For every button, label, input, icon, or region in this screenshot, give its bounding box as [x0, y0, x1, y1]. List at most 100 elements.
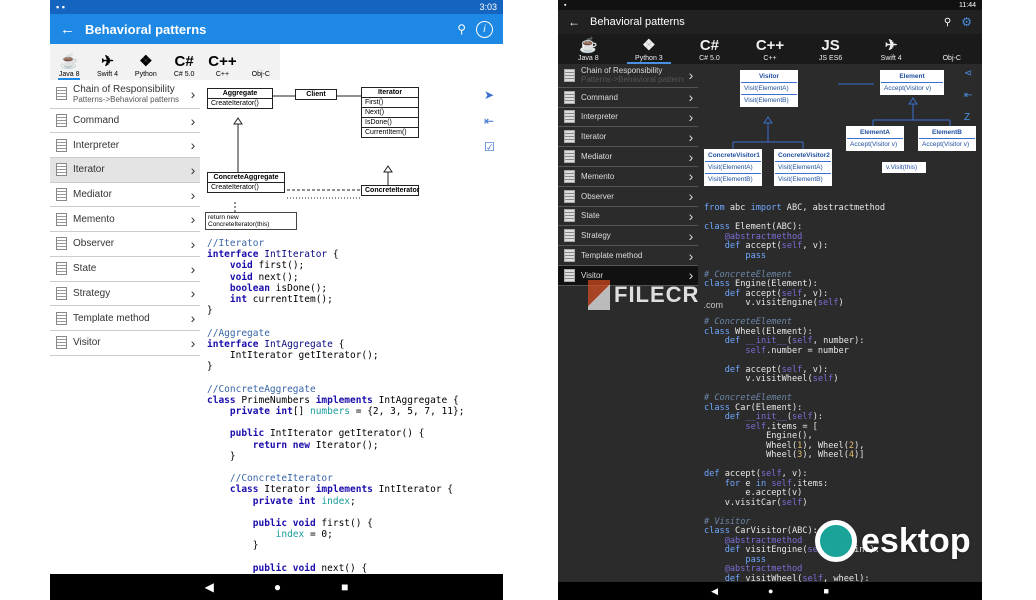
menu-item-visitor[interactable]: Visitor › [50, 331, 200, 356]
back-nav-icon[interactable]: ◀ [711, 586, 718, 597]
lang-label: JS ES6 [818, 55, 843, 62]
menu-item-label: Strategy [73, 288, 186, 299]
home-nav-icon[interactable]: ● [274, 580, 281, 594]
menu-item-label: Memento [73, 214, 186, 225]
menu-item-text: Visitor [581, 270, 604, 280]
chevron-right-icon: › [190, 137, 196, 154]
menu-item-memento[interactable]: Memento › [50, 207, 200, 233]
menu-item-label: Command [581, 93, 684, 102]
menu-item-observer[interactable]: Observer › [558, 187, 698, 207]
lang-tab-python[interactable]: ❖ Python 3 [619, 34, 680, 64]
recents-nav-icon[interactable]: ■ [341, 580, 348, 594]
menu-item-strategy[interactable]: Strategy › [50, 282, 200, 307]
chevron-right-icon: › [688, 89, 694, 106]
lang-tab-objc[interactable]: Obj-C [242, 44, 280, 80]
java-icon: ☕ [578, 37, 598, 54]
document-icon [564, 110, 575, 124]
lang-tab-csharp[interactable]: C# C# 5.0 [679, 34, 740, 64]
menu-item-label: Visitor [581, 271, 684, 280]
csharp-icon: C# [699, 37, 720, 54]
uml-connectors [233, 95, 393, 212]
zoom-icon[interactable]: Z [964, 112, 970, 123]
menu-item-text: Memento [73, 213, 115, 225]
back-nav-icon[interactable]: ◀ [205, 580, 214, 594]
menu-item-label: Command [73, 115, 186, 126]
lang-tab-cpp[interactable]: C++ C++ [740, 34, 801, 64]
menu-item-text: Memento [581, 171, 615, 181]
menu-item-interpreter[interactable]: Interpreter › [558, 108, 698, 128]
lang-tab-swift[interactable]: ✈ Swift 4 [861, 34, 922, 64]
menu-item-text: Interpreter [73, 139, 120, 151]
share-icon[interactable]: ⋖ [964, 68, 972, 79]
lang-label: Python 3 [635, 55, 663, 62]
document-icon [56, 163, 67, 177]
collapse-icon[interactable]: ⇤ [964, 90, 972, 101]
menu-item-state[interactable]: State › [558, 207, 698, 227]
menu-item-mediator[interactable]: Mediator › [558, 147, 698, 167]
menu-item-template-method[interactable]: Template method › [50, 306, 200, 331]
menu-item-label: Memento [581, 172, 684, 181]
settings-gear-icon[interactable]: ⚙ [961, 15, 972, 29]
menu-item-text: Command [73, 115, 120, 127]
menu-item-command[interactable]: Command › [558, 88, 698, 108]
lang-tab-cpp[interactable]: C++ C++ [203, 44, 241, 80]
menu-item-template-method[interactable]: Template method › [558, 246, 698, 266]
uml-op: Visit(ElementB) [744, 97, 789, 104]
search-icon[interactable]: ⚲ [944, 17, 951, 28]
menu-item-text: Interpreter [581, 112, 618, 122]
checkbox-icon[interactable]: ☑ [484, 140, 495, 154]
back-arrow-icon[interactable]: ← [60, 21, 75, 38]
js-icon: JS [821, 37, 840, 54]
lang-tab-js[interactable]: JS JS ES6 [800, 34, 861, 64]
status-icons: ▪ ▪ [56, 2, 65, 12]
menu-item-chain-of-responsibility[interactable]: Chain of Responsibility Patterns->Behavio… [50, 80, 200, 109]
lang-tab-objc[interactable]: Obj-C [921, 34, 982, 64]
document-icon [56, 237, 67, 251]
chevron-right-icon: › [190, 310, 196, 327]
menu-item-command[interactable]: Command › [50, 109, 200, 134]
menu-item-chain-of-responsibility[interactable]: Chain of Responsibility Patterns->Behavio… [558, 64, 698, 88]
menu-item-iterator[interactable]: Iterator › [558, 127, 698, 148]
menu-item-strategy[interactable]: Strategy › [558, 226, 698, 247]
chevron-right-icon: › [688, 207, 694, 224]
menu-item-text: Mediator [581, 152, 613, 162]
lang-tab-java[interactable]: ☕ Java 8 [558, 34, 619, 64]
desktop-text: esktop [861, 521, 971, 560]
lang-tab-csharp[interactable]: C# C# 5.0 [165, 44, 203, 80]
collapse-icon[interactable]: ⇤ [484, 114, 494, 128]
menu-item-text: State [581, 211, 600, 221]
swift-icon: ✈ [101, 53, 114, 70]
lang-tab-java[interactable]: ☕ Java 8 [50, 44, 88, 80]
lang-label: Obj-C [942, 55, 961, 62]
menu-item-interpreter[interactable]: Interpreter › [50, 133, 200, 159]
document-icon [564, 229, 575, 243]
uml-op: Accept(Visitor v) [884, 85, 932, 92]
home-nav-icon[interactable]: ● [768, 586, 773, 596]
back-arrow-icon[interactable]: ← [568, 15, 580, 29]
send-icon[interactable]: ➤ [484, 88, 494, 102]
lang-tab-swift[interactable]: ✈ Swift 4 [88, 44, 126, 80]
menu-item-observer[interactable]: Observer › [50, 232, 200, 257]
document-icon [564, 209, 575, 223]
uml-class-name: ConcreteVisitor1 [705, 150, 761, 162]
uml-concrete-visitor-2: ConcreteVisitor2 Visit(ElementA) Visit(Ele… [774, 149, 832, 186]
menu-item-memento[interactable]: Memento › [558, 167, 698, 187]
menu-item-mediator[interactable]: Mediator › [50, 183, 200, 208]
search-icon[interactable]: ⚲ [457, 22, 466, 36]
lang-label: Obj-C [251, 71, 270, 78]
document-icon [56, 114, 67, 128]
document-icon [564, 268, 575, 282]
info-icon[interactable]: i [476, 20, 493, 38]
menu-item-state[interactable]: State › [50, 257, 200, 282]
menu-item-iterator[interactable]: Iterator › [50, 158, 200, 183]
lang-tab-python[interactable]: ❖ Python [127, 44, 165, 80]
menu-item-text: Chain of Responsibility [581, 66, 663, 76]
recents-nav-icon[interactable]: ■ [823, 586, 828, 596]
menu-item-text: Command [581, 92, 618, 102]
uml-class-name: Visitor [741, 71, 797, 83]
document-icon [564, 169, 575, 183]
chevron-right-icon: › [688, 227, 694, 244]
document-icon [56, 212, 67, 226]
chevron-right-icon: › [688, 247, 694, 264]
menu-item-label: State [581, 211, 684, 220]
